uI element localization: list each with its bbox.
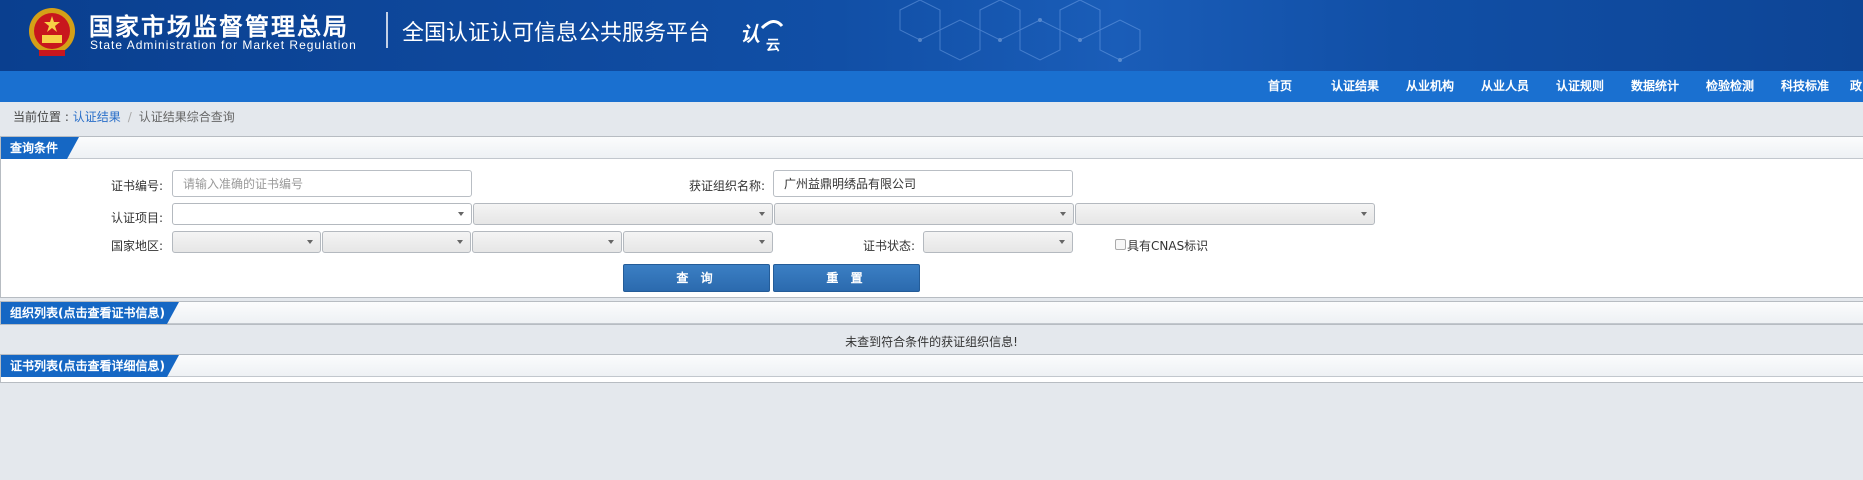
main-nav: 首页 认证结果 从业机构 从业人员 认证规则 数据统计 检验检测 科技标准 政 xyxy=(0,71,1863,102)
svg-text:认: 认 xyxy=(740,22,760,46)
cnas-label: 具有CNAS标识 xyxy=(1127,239,1209,253)
nav-statistics[interactable]: 数据统计 xyxy=(1631,71,1679,102)
search-button[interactable]: 查 询 xyxy=(623,264,770,292)
org-name-label: 获证组织名称: xyxy=(688,179,765,193)
breadcrumb-separator: / xyxy=(127,110,132,124)
nav-standards[interactable]: 科技标准 xyxy=(1781,71,1829,102)
cert-no-label: 证书编号: xyxy=(110,179,163,193)
chevron-down-icon xyxy=(458,212,464,216)
breadcrumb: 当前位置 : 认证结果 / 认证结果综合查询 xyxy=(13,108,235,125)
org-list-title: 组织列表(点击查看证书信息) xyxy=(1,302,179,324)
cert-item-label: 认证项目: xyxy=(110,211,163,225)
chevron-down-icon xyxy=(1361,212,1367,216)
cnas-checkbox[interactable] xyxy=(1115,239,1126,250)
renyun-logo-icon: 认 云 xyxy=(740,20,784,54)
region-select-3[interactable] xyxy=(472,231,622,253)
header-banner: 国家市场监督管理总局 State Administration for Mark… xyxy=(0,0,1863,71)
cert-item-select-2[interactable] xyxy=(473,203,773,225)
org-name-en: State Administration for Market Regulati… xyxy=(90,38,357,52)
region-select-2[interactable] xyxy=(322,231,471,253)
chevron-down-icon xyxy=(457,240,463,244)
cert-item-select-4[interactable] xyxy=(1075,203,1375,225)
query-panel-title: 查询条件 xyxy=(1,137,79,159)
breadcrumb-prefix: 当前位置 : xyxy=(13,110,73,124)
query-panel-header: 查询条件 xyxy=(1,137,1863,159)
cert-item-select-1[interactable] xyxy=(172,203,472,225)
status-select[interactable] xyxy=(923,231,1073,253)
query-panel: 查询条件 证书编号: 获证组织名称: 认证项目: 国家地区: 证书状态: 具有C… xyxy=(0,136,1863,298)
breadcrumb-link-cert-results[interactable]: 认证结果 xyxy=(73,110,121,124)
national-emblem-icon xyxy=(29,8,75,56)
status-label: 证书状态: xyxy=(862,239,915,253)
org-list-empty-message: 未查到符合条件的获证组织信息! xyxy=(845,335,1018,349)
hexagon-pattern-decoration xyxy=(899,0,1141,62)
chevron-down-icon xyxy=(759,212,765,216)
chevron-down-icon xyxy=(1059,240,1065,244)
cert-list-header: 证书列表(点击查看详细信息) xyxy=(1,355,1863,377)
chevron-down-icon xyxy=(608,240,614,244)
org-name-input[interactable] xyxy=(773,170,1073,197)
region-label: 国家地区: xyxy=(110,239,163,253)
nav-cert-rules[interactable]: 认证规则 xyxy=(1556,71,1604,102)
org-name-cn: 国家市场监督管理总局 xyxy=(89,13,349,41)
cert-item-select-3[interactable] xyxy=(774,203,1074,225)
region-select-1[interactable] xyxy=(172,231,321,253)
chevron-down-icon xyxy=(1060,212,1066,216)
nav-inspection[interactable]: 检验检测 xyxy=(1706,71,1754,102)
nav-home[interactable]: 首页 xyxy=(1268,71,1292,102)
chevron-down-icon xyxy=(759,240,765,244)
nav-policy[interactable]: 政 xyxy=(1850,71,1862,102)
svg-text:云: 云 xyxy=(766,38,780,54)
org-list-panel: 组织列表(点击查看证书信息) xyxy=(0,301,1863,325)
nav-cert-results[interactable]: 认证结果 xyxy=(1331,71,1379,102)
reset-button[interactable]: 重 置 xyxy=(773,264,920,292)
breadcrumb-current: 认证结果综合查询 xyxy=(138,110,235,124)
chevron-down-icon xyxy=(307,240,313,244)
cert-list-title: 证书列表(点击查看详细信息) xyxy=(1,355,179,377)
header-divider xyxy=(386,12,388,48)
cert-list-panel: 证书列表(点击查看详细信息) xyxy=(0,354,1863,383)
cert-no-input[interactable] xyxy=(172,170,472,197)
region-select-4[interactable] xyxy=(623,231,773,253)
platform-title: 全国认证认可信息公共服务平台 xyxy=(402,21,711,46)
nav-personnel[interactable]: 从业人员 xyxy=(1481,71,1529,102)
org-list-header: 组织列表(点击查看证书信息) xyxy=(1,302,1863,324)
nav-institutions[interactable]: 从业机构 xyxy=(1406,71,1454,102)
